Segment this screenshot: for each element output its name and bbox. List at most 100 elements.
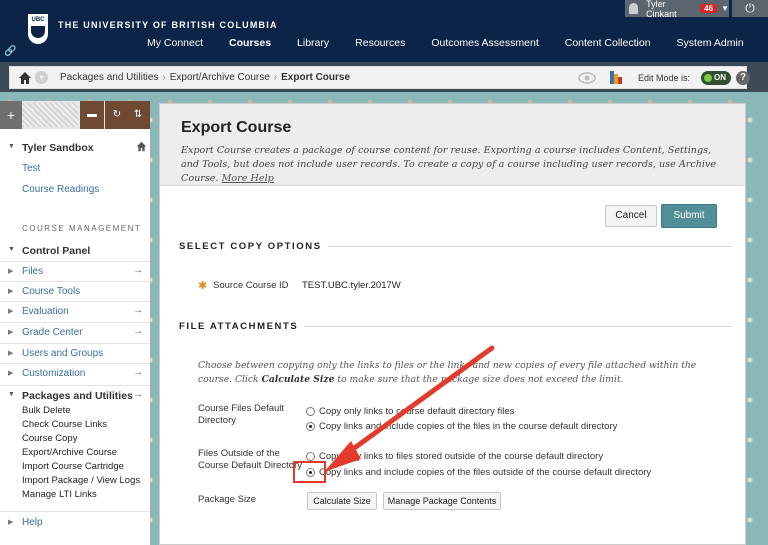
breadcrumb-item[interactable]: Packages and Utilities <box>60 72 158 83</box>
sidebar-item-label: Evaluation <box>22 306 69 317</box>
label-line: Files Outside of the <box>198 448 280 459</box>
caret-down-icon: ▼ <box>8 391 15 398</box>
breadcrumb-separator: › <box>273 72 278 83</box>
breadcrumb-item[interactable]: Export/Archive Course <box>170 72 270 83</box>
sidebar-item-grade-center[interactable]: ▶ Grade Center → <box>0 322 150 342</box>
calculate-size-button[interactable]: Calculate Size <box>307 492 377 510</box>
arrow-right-icon[interactable]: → <box>133 326 143 337</box>
top-header: UBC THE UNIVERSITY OF BRITISH COLUMBIA T… <box>0 0 768 62</box>
sidebar-subitem-import-course-cartridge[interactable]: Import Course Cartridge <box>22 461 124 472</box>
caret-down-icon[interactable]: ▼ <box>8 246 15 253</box>
label-line: Course Files Default <box>198 403 285 414</box>
breadcrumb-separator: › <box>162 72 166 83</box>
logout-power-icon[interactable]: ⏻ <box>732 0 768 17</box>
home-icon[interactable] <box>18 71 32 85</box>
sidebar-item-evaluation[interactable]: ▶ Evaluation → <box>0 301 150 321</box>
sidebar-subitem-manage-lti-links[interactable]: Manage LTI Links <box>22 489 97 500</box>
caret-right-icon: ▶ <box>8 308 14 315</box>
section-divider <box>304 326 732 327</box>
sidebar-item-packages-and-utilities[interactable]: ▼ Packages and Utilities → <box>0 385 150 405</box>
description-bold: Calculate Size <box>261 374 335 385</box>
package-size-label: Package Size <box>198 494 257 505</box>
main-nav: My Connect Courses Library Resources Out… <box>134 26 757 62</box>
sidebar-toolbar-strip <box>22 103 78 127</box>
add-menu-item-plus-icon[interactable]: + <box>0 101 22 129</box>
sort-icon[interactable]: ⇅ <box>126 101 150 129</box>
course-title[interactable]: Tyler Sandbox <box>22 142 94 154</box>
sidebar-item-label: Customization <box>22 368 86 379</box>
submit-button[interactable]: Submit <box>661 204 717 228</box>
cancel-button[interactable]: Cancel <box>605 205 657 227</box>
palette-icon[interactable] <box>610 71 622 84</box>
pin-icon[interactable]: 🔗 <box>4 46 16 57</box>
breadcrumb-current: Export Course <box>281 72 351 83</box>
sidebar-item-label: Grade Center <box>22 327 83 338</box>
radio-copy-links-only-outside[interactable] <box>306 452 315 461</box>
tab-my-connect[interactable]: My Connect <box>134 26 216 62</box>
section-divider <box>328 246 732 247</box>
sidebar-item-label: Users and Groups <box>22 348 104 359</box>
radio-label: Copy links and include copies of the fil… <box>319 467 652 478</box>
tab-system-admin[interactable]: System Admin <box>664 26 757 62</box>
chevron-down-icon[interactable]: ▾ <box>35 71 48 84</box>
tab-courses[interactable]: Courses <box>216 26 284 62</box>
arrow-right-icon[interactable]: → <box>133 265 143 276</box>
course-home-icon[interactable] <box>136 141 147 152</box>
sidebar-item-users-and-groups[interactable]: ▶ Users and Groups <box>0 343 150 363</box>
help-icon[interactable]: ? <box>736 71 750 85</box>
eye-icon[interactable] <box>578 72 596 84</box>
sidebar-item-help[interactable]: ▶ Help <box>0 511 150 533</box>
file-attachments-description: Choose between copying only the links to… <box>198 359 710 387</box>
description-text: to make sure that the package size does … <box>334 374 624 385</box>
sidebar-subitem-import-package-view-logs[interactable]: Import Package / View Logs <box>22 475 140 486</box>
user-avatar-icon <box>629 3 639 14</box>
source-course-id-value: TEST.UBC.tyler.2017W <box>302 280 401 291</box>
user-name: Tyler Cinkant <box>646 0 677 19</box>
sidebar-item-customization[interactable]: ▶ Customization → <box>0 363 150 383</box>
arrow-right-icon[interactable]: → <box>133 367 143 378</box>
chevron-down-icon[interactable]: ▼ <box>721 4 729 13</box>
label-line: Course Default Directory <box>198 460 303 471</box>
radio-label: Copy only links to files stored outside … <box>319 451 604 462</box>
breadcrumb-bar: ▾ Packages and Utilities › Export/Archive … <box>9 66 750 89</box>
sidebar-item-files[interactable]: ▶ Files → <box>0 261 150 281</box>
caret-down-icon[interactable]: ▼ <box>8 143 15 150</box>
files-outside-default-directory-label: Files Outside of the Course Default Dire… <box>198 448 302 472</box>
control-panel-title[interactable]: Control Panel <box>22 245 90 257</box>
sidebar-subitem-bulk-delete[interactable]: Bulk Delete <box>22 405 71 416</box>
manage-package-contents-button[interactable]: Manage Package Contents <box>383 492 501 510</box>
source-course-id-label: Source Course ID <box>213 280 289 291</box>
caret-right-icon: ▶ <box>8 288 14 295</box>
caret-right-icon: ▶ <box>8 350 14 357</box>
sidebar-subitem-course-copy[interactable]: Course Copy <box>22 433 77 444</box>
course-management-label: COURSE MANAGEMENT <box>22 224 142 233</box>
sidebar-link-course-readings[interactable]: Course Readings <box>22 184 99 195</box>
arrow-right-icon[interactable]: → <box>133 305 143 316</box>
radio-label: Copy links and include copies of the fil… <box>319 421 618 432</box>
tab-resources[interactable]: Resources <box>342 26 418 62</box>
radio-copy-links-and-files-default[interactable] <box>306 422 315 431</box>
page-title: Export Course <box>181 119 292 136</box>
tab-outcomes-assessment[interactable]: Outcomes Assessment <box>418 26 551 62</box>
sidebar-item-course-tools[interactable]: ▶ Course Tools <box>0 281 150 301</box>
notification-badge[interactable]: 46 <box>700 4 718 13</box>
main-content: Export Course Export Course creates a pa… <box>159 103 746 545</box>
sidebar-item-label: Help <box>22 517 43 528</box>
edit-mode-toggle[interactable]: ON <box>701 71 731 85</box>
user-menu[interactable]: Tyler Cinkant 46 ▼ <box>625 0 729 19</box>
label-line: Directory <box>198 415 237 426</box>
sidebar-subitem-export-archive-course[interactable]: Export/Archive Course <box>22 447 117 458</box>
radio-copy-links-only-default[interactable] <box>306 407 315 416</box>
more-help-link[interactable]: More Help <box>222 173 274 184</box>
sidebar-subitem-check-course-links[interactable]: Check Course Links <box>22 419 107 430</box>
caret-right-icon: ▶ <box>8 370 14 377</box>
sidebar-link-test[interactable]: Test <box>22 163 40 174</box>
sidebar-item-label: Course Tools <box>22 286 81 297</box>
sidebar-item-label: Packages and Utilities <box>22 390 133 402</box>
tab-library[interactable]: Library <box>284 26 342 62</box>
page-description: Export Course creates a package of cours… <box>181 144 721 186</box>
select-copy-options-heading: SELECT COPY OPTIONS <box>179 241 322 252</box>
tab-content-collection[interactable]: Content Collection <box>552 26 664 62</box>
arrow-right-icon[interactable]: → <box>133 389 143 400</box>
folder-icon[interactable]: ▬ <box>80 101 104 129</box>
